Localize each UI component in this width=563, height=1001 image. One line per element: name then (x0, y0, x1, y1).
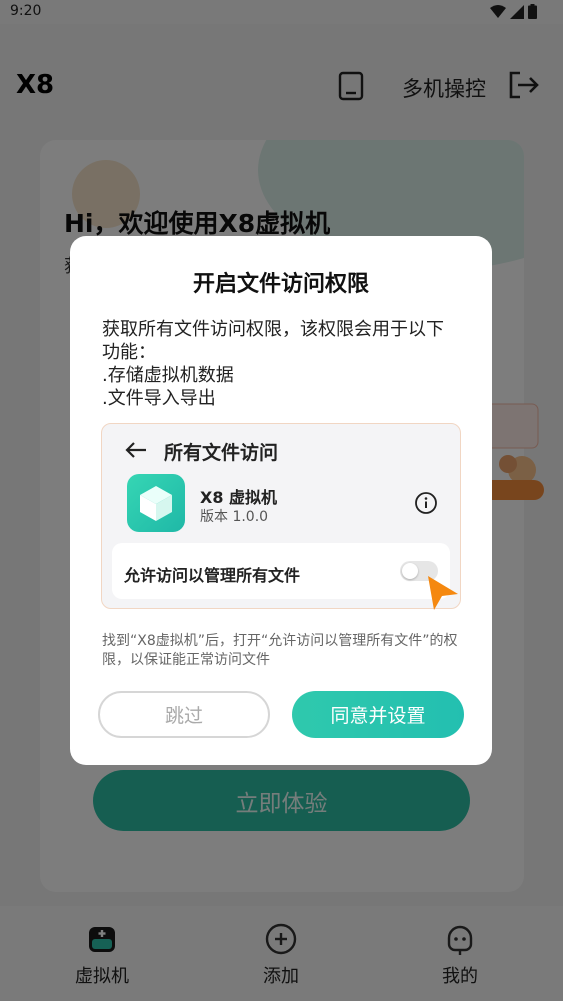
settings-preview: 所有文件访问 X8 虚拟机 版本 1.0.0 允许访问以管理所有文件 (101, 423, 461, 610)
pointer-cursor-icon (428, 576, 458, 610)
permission-dialog: 开启文件访问权限 获取所有文件访问权限，该权限会用于以下 功能： .存储虚拟机数… (70, 236, 492, 765)
preview-app-version: 版本 1.0.0 (200, 509, 269, 525)
back-arrow-icon (125, 442, 146, 458)
preview-title: 所有文件访问 (164, 442, 279, 464)
preview-toggle-label: 允许访问以管理所有文件 (124, 566, 301, 585)
dialog-note: 找到“X8虚拟机”后，打开“允许访问以管理所有文件”的权限，以保证能正常访问文件 (102, 633, 458, 668)
toggle-knob (402, 563, 418, 579)
skip-button[interactable]: 跳过 (98, 691, 270, 738)
dialog-body-line: 功能： (102, 342, 156, 363)
agree-and-set-button[interactable]: 同意并设置 (292, 691, 464, 738)
preview-app-name: X8 虚拟机 (200, 488, 278, 507)
dialog-title: 开启文件访问权限 (192, 272, 369, 297)
dialog-body-line: .文件导入导出 (102, 388, 216, 409)
dialog-body-line: .存储虚拟机数据 (102, 365, 234, 386)
app-cube-icon (127, 474, 185, 532)
info-icon (415, 492, 437, 514)
preview-permission-row: 允许访问以管理所有文件 (112, 543, 450, 599)
dialog-body-line: 获取所有文件访问权限，该权限会用于以下 (102, 319, 444, 340)
dialog-body: 获取所有文件访问权限，该权限会用于以下 功能： .存储虚拟机数据 .文件导入导出 (102, 318, 464, 410)
